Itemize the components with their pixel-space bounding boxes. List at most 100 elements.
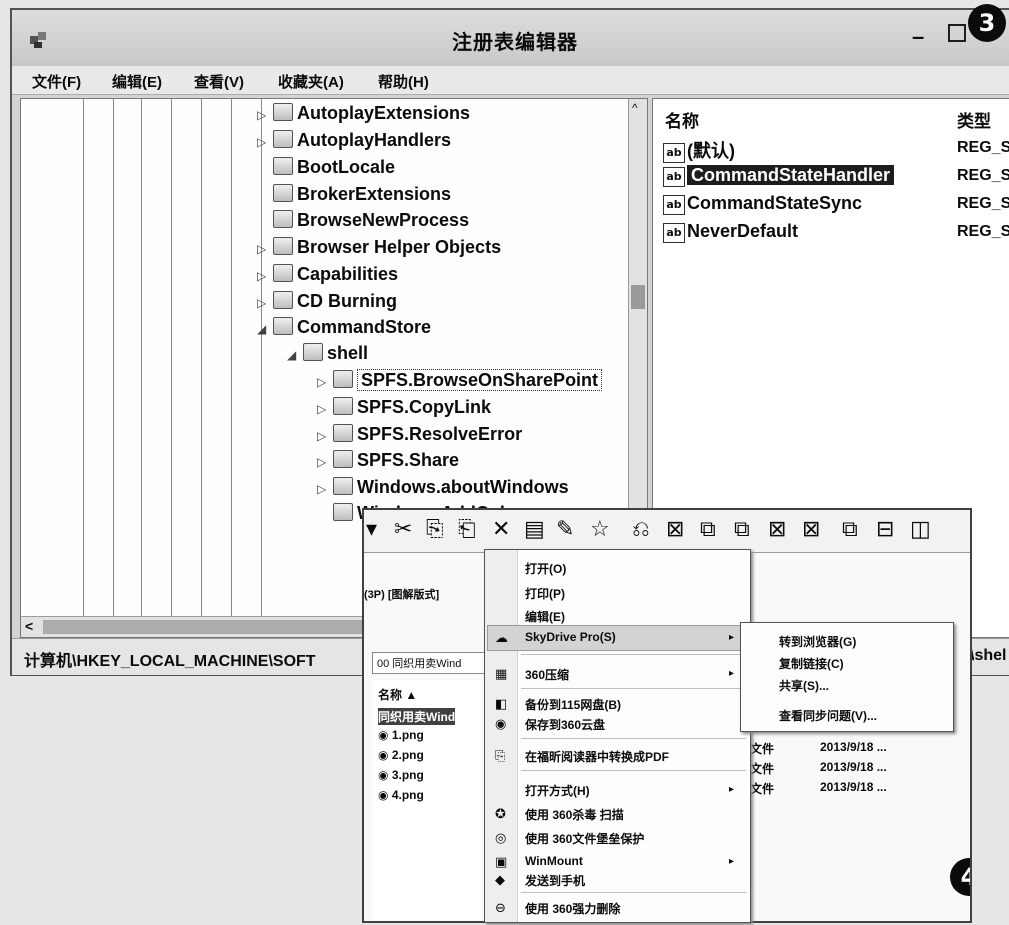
- address-bar[interactable]: (3P) [图解版式]: [364, 586, 494, 606]
- properties-icon[interactable]: ▤: [524, 516, 545, 542]
- menu-item-360-force-delete[interactable]: 使用 360强力删除: [525, 900, 620, 917]
- send-phone-icon: ◆: [495, 872, 505, 887]
- scroll-up-icon[interactable]: ^: [632, 101, 638, 115]
- menu-item-convert-pdf[interactable]: 在福昕阅读器中转换成PDF: [525, 748, 669, 765]
- maximize-button[interactable]: [948, 24, 966, 42]
- expand-arrow-icon[interactable]: ▷: [317, 482, 331, 496]
- close-box-icon[interactable]: ⊠: [802, 516, 820, 542]
- value-row[interactable]: ab NeverDefault: [663, 221, 798, 247]
- split-horizontal-icon[interactable]: ⊟: [876, 516, 894, 542]
- copy-icon[interactable]: ⎘: [426, 516, 444, 542]
- menu-item-open[interactable]: 打开(O): [525, 560, 566, 577]
- collapse-arrow-icon[interactable]: ◢: [257, 322, 271, 336]
- expand-arrow-icon[interactable]: ▷: [257, 242, 271, 256]
- tree-node[interactable]: ▷ AutoplayHandlers: [257, 130, 451, 156]
- expand-arrow-icon[interactable]: ▷: [257, 296, 271, 310]
- column-header-name[interactable]: 名称: [665, 107, 699, 132]
- favorite-icon[interactable]: ☆: [590, 516, 610, 542]
- file-type: 文件: [750, 762, 775, 776]
- expand-arrow-icon[interactable]: ▷: [317, 429, 331, 443]
- dropdown-icon[interactable]: ▾: [366, 516, 377, 542]
- list-item[interactable]: ◉ 1.png: [378, 728, 424, 742]
- menu-item-360-compress[interactable]: 360压缩: [525, 666, 569, 683]
- close-box-icon[interactable]: ⊠: [768, 516, 786, 542]
- tree-node[interactable]: BrowseNewProcess: [257, 210, 469, 236]
- undo-icon[interactable]: ⎌: [632, 516, 650, 542]
- menu-item-print[interactable]: 打印(P): [525, 585, 565, 602]
- tree-node[interactable]: ▷ Windows.aboutWindows: [317, 477, 569, 503]
- tree-node[interactable]: BootLocale: [257, 157, 395, 183]
- tree-node[interactable]: ▷ CD Burning: [257, 291, 397, 317]
- scroll-thumb[interactable]: [43, 620, 383, 634]
- list-item[interactable]: 同织用卖Wind: [378, 708, 456, 725]
- string-value-icon: ab: [663, 143, 685, 163]
- scroll-left-icon[interactable]: <: [25, 618, 33, 634]
- folder-icon: [273, 184, 293, 202]
- menu-edit[interactable]: 编辑(E): [112, 71, 162, 92]
- tree-node[interactable]: ▷ SPFS.Share: [317, 450, 459, 476]
- folder-tab[interactable]: 00 同织用卖Wind: [372, 652, 490, 674]
- menu-item-winmount[interactable]: WinMount: [525, 854, 583, 868]
- window-copy-icon[interactable]: ⧉: [700, 516, 716, 542]
- 360-shield-icon: ◎: [495, 830, 507, 845]
- expand-arrow-icon[interactable]: ▷: [257, 135, 271, 149]
- step-badge-4: 4: [950, 858, 970, 896]
- menu-item-send-to-phone[interactable]: 发送到手机: [525, 872, 585, 889]
- submenu-item-view-sync-problems[interactable]: 查看同步问题(V)...: [779, 707, 877, 724]
- value-row[interactable]: ab (默认): [663, 137, 735, 163]
- menu-item-open-with[interactable]: 打开方式(H): [525, 782, 590, 799]
- tree-node[interactable]: ▷ AutoplayExtensions: [257, 103, 470, 129]
- skydrive-icon: ☁: [495, 630, 508, 645]
- column-header-name[interactable]: 名称 ▲: [378, 686, 417, 703]
- list-item[interactable]: ◉ 3.png: [378, 768, 424, 782]
- cut-icon[interactable]: ✂: [394, 516, 412, 542]
- window-move-icon[interactable]: ⧉: [734, 516, 750, 542]
- expand-arrow-icon[interactable]: ▷: [257, 269, 271, 283]
- submenu-item-share[interactable]: 共享(S)...: [779, 677, 829, 694]
- delete-icon[interactable]: ✕: [492, 516, 510, 542]
- expand-arrow-icon[interactable]: ▷: [317, 402, 331, 416]
- paste-icon[interactable]: ⎗: [458, 516, 476, 542]
- tree-node[interactable]: ▷ Browser Helper Objects: [257, 237, 501, 263]
- string-value-icon: ab: [663, 223, 685, 243]
- list-item[interactable]: ◉ 2.png: [378, 748, 424, 762]
- expand-arrow-icon[interactable]: ▷: [317, 375, 331, 389]
- tree-node[interactable]: BrokerExtensions: [257, 184, 451, 210]
- menu-help[interactable]: 帮助(H): [378, 71, 429, 92]
- value-row-selected[interactable]: ab CommandStateHandler: [663, 165, 895, 191]
- menu-favorites[interactable]: 收藏夹(A): [278, 71, 344, 92]
- skydrive-submenu: 转到浏览器(G) 复制链接(C) 共享(S)... 查看同步问题(V)...: [740, 622, 954, 732]
- cascade-icon[interactable]: ⧉: [842, 516, 858, 542]
- menu-item-save-360-cloud[interactable]: 保存到360云盘: [525, 716, 605, 733]
- rename-icon[interactable]: ✎: [556, 516, 574, 542]
- column-header-type[interactable]: 类型: [957, 107, 991, 132]
- menu-item-skydrive-pro[interactable]: SkyDrive Pro(S): [525, 630, 616, 644]
- menu-item-360-protect[interactable]: 使用 360文件堡垒保护: [525, 830, 644, 847]
- minimize-button[interactable]: –: [912, 24, 924, 50]
- menu-item-360-scan[interactable]: 使用 360杀毒 扫描: [525, 806, 624, 823]
- tree-node[interactable]: ◢ shell: [287, 343, 368, 369]
- tree-node[interactable]: ◢ CommandStore: [257, 317, 431, 343]
- tree-node[interactable]: ▷ SPFS.ResolveError: [317, 424, 522, 450]
- menu-file[interactable]: 文件(F): [32, 71, 81, 92]
- tree-node[interactable]: ▷ Capabilities: [257, 264, 398, 290]
- pdf-convert-icon: ⎘: [495, 748, 506, 763]
- scroll-thumb[interactable]: [631, 285, 645, 309]
- split-vertical-icon[interactable]: ◫: [910, 516, 931, 542]
- expand-arrow-icon[interactable]: ▷: [257, 108, 271, 122]
- submenu-item-copy-link[interactable]: 复制链接(C): [779, 655, 844, 672]
- title-bar[interactable]: 注册表编辑器 – 3: [12, 4, 1009, 67]
- folder-icon: [273, 291, 293, 309]
- file-list[interactable]: 名称 ▲ 同织用卖Wind ◉ 1.png ◉ 2.png ◉ 3.png ◉ …: [372, 680, 492, 920]
- tree-node-selected[interactable]: ▷ SPFS.BrowseOnSharePoint: [317, 369, 603, 396]
- menu-item-edit[interactable]: 编辑(E): [525, 608, 565, 625]
- close-box-icon[interactable]: ⊠: [666, 516, 684, 542]
- expand-arrow-icon[interactable]: ▷: [317, 455, 331, 469]
- list-item[interactable]: ◉ 4.png: [378, 788, 424, 802]
- submenu-item-go-to-browser[interactable]: 转到浏览器(G): [779, 633, 856, 650]
- menu-item-backup-115[interactable]: 备份到115网盘(B): [525, 696, 621, 713]
- collapse-arrow-icon[interactable]: ◢: [287, 348, 301, 362]
- value-row[interactable]: ab CommandStateSync: [663, 193, 862, 219]
- tree-node[interactable]: ▷ SPFS.CopyLink: [317, 397, 491, 423]
- menu-view[interactable]: 查看(V): [194, 71, 244, 92]
